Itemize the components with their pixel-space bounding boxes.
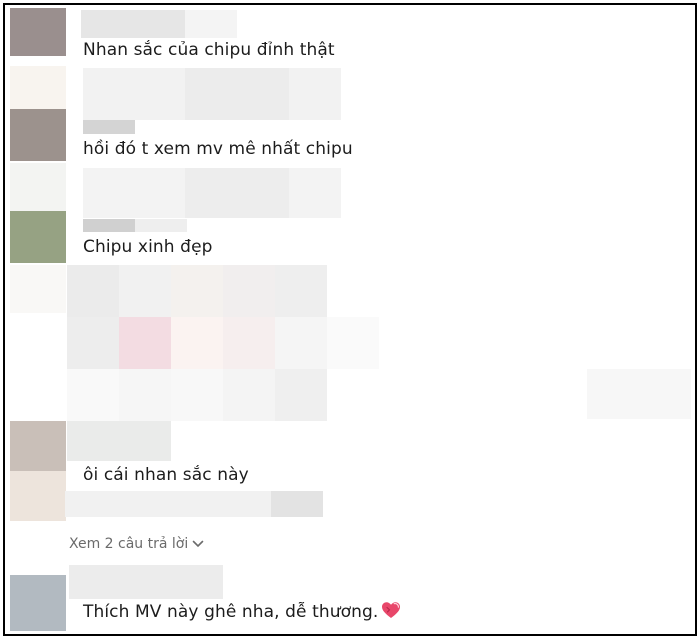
comment-text: Nhan sắc của chipu đỉnh thật (83, 40, 335, 60)
blurred-avatar (10, 66, 66, 112)
blurred-content (185, 168, 289, 218)
comment-body: Thích MV này ghê nha, dễ thương. (83, 602, 379, 622)
blurred-image (223, 317, 275, 369)
blurred-username (185, 10, 237, 38)
blurred-username (135, 219, 187, 232)
blurred-image (327, 317, 379, 369)
avatar[interactable] (10, 421, 66, 471)
blurred-image (67, 265, 119, 317)
comment-text: Thích MV này ghê nha, dễ thương. (83, 601, 401, 624)
blurred-image (275, 369, 327, 421)
chevron-down-icon (192, 536, 204, 552)
blurred-image (119, 317, 171, 369)
blurred-image (119, 369, 171, 421)
comment-text: Chipu xinh đẹp (83, 237, 213, 257)
blurred-image (171, 369, 223, 421)
comment-text: hồi đó t xem mv mê nhất chipu (83, 139, 353, 159)
blurred-image (275, 265, 327, 317)
blurred-username (83, 219, 135, 232)
blurred-image (119, 265, 171, 317)
blurred-avatar (10, 265, 66, 313)
avatar[interactable] (10, 575, 66, 631)
blurred-content (271, 491, 323, 517)
comment-thread: Nhan sắc của chipu đỉnh thật hồi đó t xe… (3, 3, 697, 636)
blurred-username (67, 421, 171, 461)
comment-text: ôi cái nhan sắc này (83, 465, 249, 485)
blurred-content (185, 68, 289, 120)
avatar[interactable] (10, 211, 66, 263)
blurred-image (67, 317, 119, 369)
blurred-image (171, 265, 223, 317)
blurred-image (275, 317, 327, 369)
avatar[interactable] (10, 8, 66, 56)
blurred-username (81, 10, 185, 38)
blurred-avatar (10, 471, 66, 521)
blurred-image (223, 265, 275, 317)
blurred-image (587, 369, 691, 419)
view-replies-button[interactable]: Xem 2 câu trả lời (69, 536, 204, 552)
blurred-image (223, 369, 275, 421)
blurred-avatar (10, 163, 66, 213)
blurred-username (69, 565, 223, 599)
blurred-username (83, 120, 135, 134)
view-replies-label: Xem 2 câu trả lời (69, 536, 189, 552)
avatar[interactable] (10, 109, 66, 161)
heart-icon (381, 601, 401, 624)
blurred-image (67, 369, 119, 421)
blurred-image (171, 317, 223, 369)
